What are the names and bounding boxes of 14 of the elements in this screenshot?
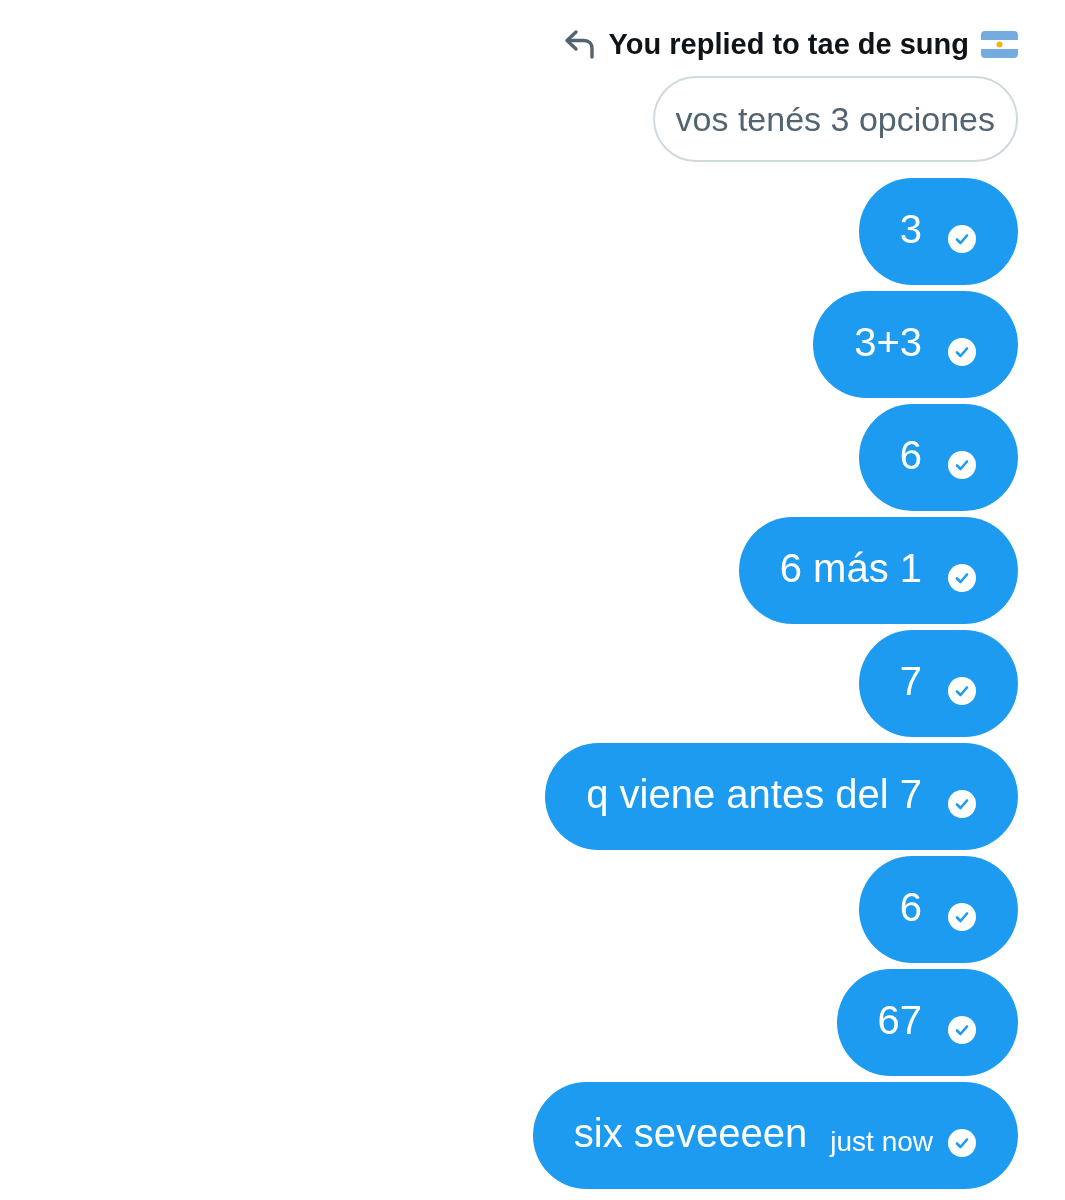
- message-text: 7: [899, 659, 922, 704]
- message-text: 6 más 1: [779, 546, 922, 591]
- quoted-message: vos tenés 3 opciones: [652, 76, 1018, 162]
- message-time: just now: [830, 1125, 933, 1158]
- message-text: six seveeeen: [573, 1111, 808, 1156]
- message-text: 3: [899, 207, 922, 252]
- message-text: 3+3: [854, 320, 922, 365]
- flag-icon: [981, 30, 1018, 58]
- message-text: 67: [877, 998, 922, 1043]
- reply-label: You replied to tae de sung: [608, 27, 969, 61]
- reply-arrow-icon: [562, 29, 597, 59]
- message-text: 6: [899, 885, 922, 930]
- message-text: q viene antes del 7: [586, 772, 922, 817]
- message-text: 6: [899, 433, 922, 478]
